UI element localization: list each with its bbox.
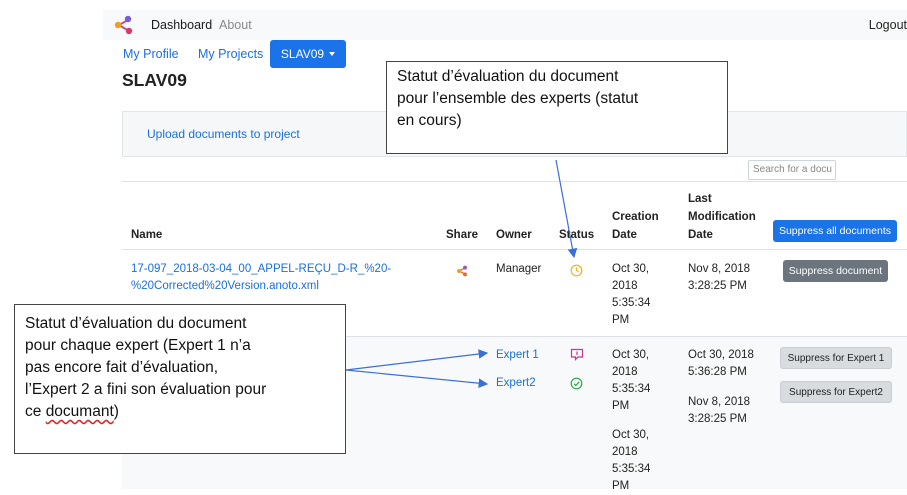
annotation-line: Statut d’évaluation du document xyxy=(25,315,247,332)
annotation-global-status: Statut d’évaluation du document pour l’e… xyxy=(386,61,728,154)
suppress-all-button[interactable]: Suppress all documents xyxy=(773,220,897,242)
suppress-for-expert-1-button[interactable]: Suppress for Expert 1 xyxy=(780,347,892,369)
header-lastmod-line1[interactable]: Last xyxy=(688,190,712,208)
creation-date-line: Oct 30, xyxy=(612,263,650,275)
page-title: SLAV09 xyxy=(122,70,187,90)
project-dropdown-label: SLAV09 xyxy=(280,47,325,61)
lastmod-date-line: Nov 8, 2018 xyxy=(688,396,751,408)
app-logo-icon[interactable] xyxy=(113,14,135,36)
document-name-link-line1[interactable]: 17-097_2018-03-04_00_APPEL-REÇU_D-R_%20- xyxy=(131,261,391,278)
creation-date-line: PM xyxy=(612,480,630,492)
creation-date-line: PM xyxy=(612,400,630,412)
creation-date-line: 2018 xyxy=(612,280,638,292)
annotation-fragment: ce xyxy=(25,403,46,420)
document-name-link-line2[interactable]: %20Corrected%20Version.anoto.xml xyxy=(131,278,319,295)
table-header-divider xyxy=(122,249,907,250)
annotation-fragment: ) xyxy=(113,403,119,420)
table-top-divider xyxy=(122,181,907,182)
header-creation-line1[interactable]: Creation xyxy=(612,208,659,226)
header-share: Share xyxy=(446,229,478,241)
creation-date-line: 5:35:34 xyxy=(612,383,651,395)
creation-date-line: 2018 xyxy=(612,446,638,458)
expert-2-link[interactable]: Expert2 xyxy=(496,375,536,392)
header-status[interactable]: Status xyxy=(559,226,594,244)
annotation-per-expert-status: Statut d’évaluation du document pour cha… xyxy=(14,304,346,454)
annotation-line: ce documant) xyxy=(25,401,335,423)
search-input[interactable]: Search for a docu xyxy=(748,160,836,180)
lastmod-date-line: 5:36:28 PM xyxy=(688,366,747,378)
creation-date-line: 5:35:34 xyxy=(612,297,651,309)
lastmod-date-cell: Nov 8, 2018 3:28:25 PM xyxy=(688,261,750,295)
my-profile-link[interactable]: My Profile xyxy=(123,47,179,61)
creation-date-cell: Oct 30, 2018 5:35:34 PM xyxy=(612,261,650,329)
creation-date-line: 5:35:34 xyxy=(612,463,651,475)
annotation-line: Statut d’évaluation du document xyxy=(397,68,619,85)
lastmod-date-line: Oct 30, 2018 xyxy=(688,349,754,361)
annotation-line: pour l’ensemble des experts (statut xyxy=(397,90,639,107)
misspelled-word: documant xyxy=(45,403,114,420)
lastmod-date-cell-expert-2: Nov 8, 2018 3:28:25 PM xyxy=(688,394,750,428)
annotation-line: pour chaque expert (Expert 1 n’a xyxy=(25,337,251,354)
caret-down-icon xyxy=(329,52,336,56)
nav-dashboard-link[interactable]: Dashboard xyxy=(151,18,212,32)
expert-1-link[interactable]: Expert 1 xyxy=(496,347,539,364)
creation-date-cell-expert-1: Oct 30, 2018 5:35:34 PM xyxy=(612,347,650,415)
owner-cell: Manager xyxy=(496,263,542,275)
lastmod-date-line: Nov 8, 2018 xyxy=(688,263,751,275)
header-lastmod-line3[interactable]: Date xyxy=(688,226,713,244)
header-lastmod-line2[interactable]: Modification xyxy=(688,208,756,226)
creation-date-line: PM xyxy=(612,314,630,326)
header-creation-line2[interactable]: Date xyxy=(612,226,637,244)
creation-date-cell-expert-2: Oct 30, 2018 5:35:34 PM xyxy=(612,427,650,495)
suppress-for-expert-2-button[interactable]: Suppress for Expert2 xyxy=(780,381,892,403)
header-owner[interactable]: Owner xyxy=(496,226,532,244)
status-done-check-icon xyxy=(570,377,583,390)
lastmod-date-cell-expert-1: Oct 30, 2018 5:36:28 PM xyxy=(688,347,754,381)
creation-date-line: 2018 xyxy=(612,366,638,378)
annotation-line: l’Expert 2 a fini son évaluation pour xyxy=(25,381,267,398)
my-projects-link[interactable]: My Projects xyxy=(198,47,263,61)
lastmod-date-line: 3:28:25 PM xyxy=(688,413,747,425)
status-not-started-icon xyxy=(570,348,584,361)
project-dropdown-button[interactable]: SLAV09 xyxy=(270,40,346,68)
suppress-document-button[interactable]: Suppress document xyxy=(783,260,888,282)
annotation-line: pas encore fait d’évaluation, xyxy=(25,359,219,376)
header-name[interactable]: Name xyxy=(131,226,162,244)
share-icon[interactable] xyxy=(456,265,468,277)
creation-date-line: Oct 30, xyxy=(612,429,650,441)
annotation-line: en cours) xyxy=(397,112,462,129)
lastmod-date-line: 3:28:25 PM xyxy=(688,280,747,292)
status-in-progress-clock-icon xyxy=(570,264,583,277)
creation-date-line: Oct 30, xyxy=(612,349,650,361)
upload-documents-link[interactable]: Upload documents to project xyxy=(147,127,300,141)
nav-about-link[interactable]: About xyxy=(219,18,252,32)
logout-link[interactable]: Logout xyxy=(869,18,907,32)
